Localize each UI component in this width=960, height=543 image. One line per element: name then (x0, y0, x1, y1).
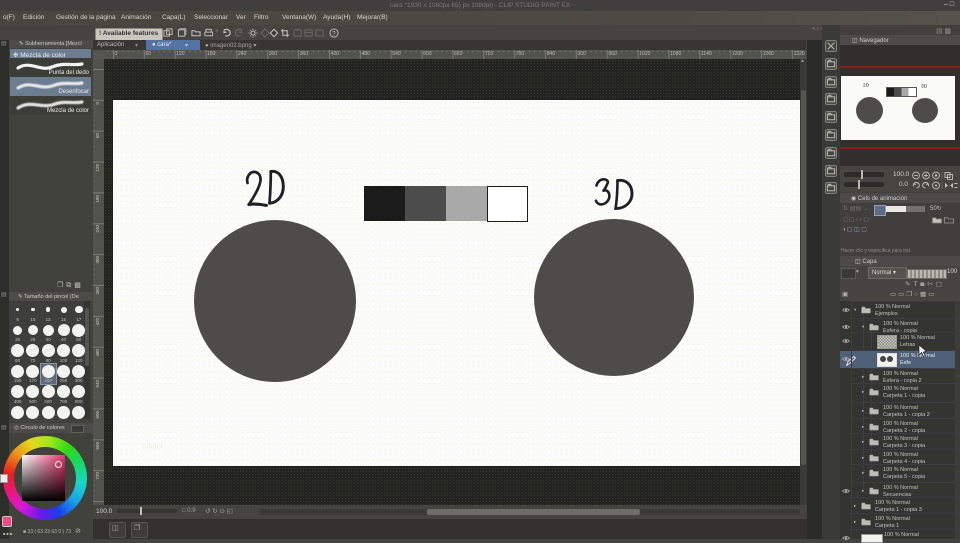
svg-text:?: ? (332, 30, 336, 37)
